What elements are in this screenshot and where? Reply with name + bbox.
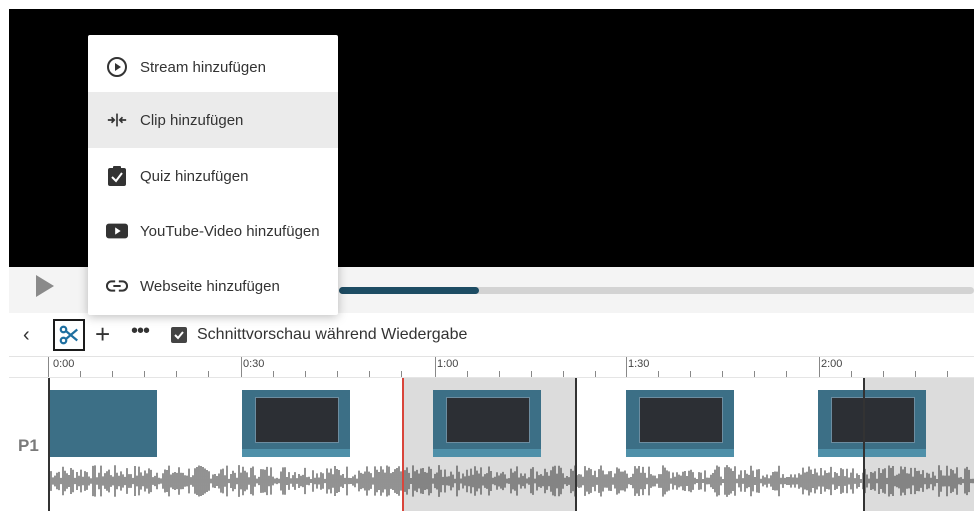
scissors-icon[interactable] <box>53 319 85 351</box>
more-dots-icon[interactable]: ••• <box>131 320 150 343</box>
ruler-major-tick <box>435 357 436 377</box>
menu-item-label: Clip hinzufügen <box>140 111 244 129</box>
timeline-lane[interactable]: P1 <box>9 377 974 511</box>
play-button[interactable] <box>36 275 54 297</box>
menu-item-youtube[interactable]: YouTube-Video hinzufügen <box>88 203 338 259</box>
plus-icon[interactable]: + <box>95 318 110 350</box>
progress-fill <box>339 287 479 294</box>
split-clip-icon <box>106 109 128 131</box>
lane-label: P1 <box>18 436 39 455</box>
time-label: 0:30 <box>243 358 265 370</box>
preview-checkbox[interactable] <box>171 327 187 343</box>
time-label: 2:00 <box>821 358 843 370</box>
time-ruler: 0:00 0:30 1:00 1:30 2:00 <box>9 357 974 377</box>
clip-thumbnail <box>49 390 157 457</box>
menu-item-clip[interactable]: Clip hinzufügen <box>88 92 338 148</box>
ruler-major-tick <box>48 357 49 377</box>
audio-waveform <box>49 465 974 497</box>
menu-item-label: Stream hinzufügen <box>140 58 266 76</box>
time-label: 0:00 <box>53 358 75 370</box>
segment-boundary[interactable] <box>863 378 865 511</box>
progress-track[interactable] <box>339 287 974 294</box>
segment-boundary[interactable] <box>48 378 50 511</box>
clip-thumbnail <box>818 390 926 457</box>
timeline-toolbar: ‹ + ••• Schnittvorschau während Wiederga… <box>9 316 974 357</box>
play-circle-icon <box>106 56 128 78</box>
youtube-icon <box>106 220 128 242</box>
segment-boundary[interactable] <box>575 378 577 511</box>
playhead[interactable] <box>402 378 404 511</box>
menu-item-label: YouTube-Video hinzufügen <box>140 222 320 240</box>
menu-item-label: Quiz hinzufügen <box>140 167 249 185</box>
time-label: 1:30 <box>628 358 650 370</box>
menu-item-label: Webseite hinzufügen <box>140 277 280 295</box>
ruler-major-tick <box>626 357 627 377</box>
chevron-left-icon[interactable]: ‹ <box>23 324 30 347</box>
ruler-major-tick <box>241 357 242 377</box>
menu-item-stream[interactable]: Stream hinzufügen <box>88 39 338 95</box>
ruler-major-tick <box>819 357 820 377</box>
menu-item-quiz[interactable]: Quiz hinzufügen <box>88 148 338 204</box>
clip-thumbnail <box>433 390 541 457</box>
add-menu: Stream hinzufügen Clip hinzufügen Quiz h… <box>88 35 338 315</box>
menu-item-website[interactable]: Webseite hinzufügen <box>88 258 338 314</box>
clip-thumbnail <box>242 390 350 457</box>
quiz-clipboard-icon <box>106 165 128 187</box>
clip-thumbnail <box>626 390 734 457</box>
link-icon <box>106 275 128 297</box>
preview-label: Schnittvorschau während Wiedergabe <box>197 326 468 343</box>
time-label: 1:00 <box>437 358 459 370</box>
